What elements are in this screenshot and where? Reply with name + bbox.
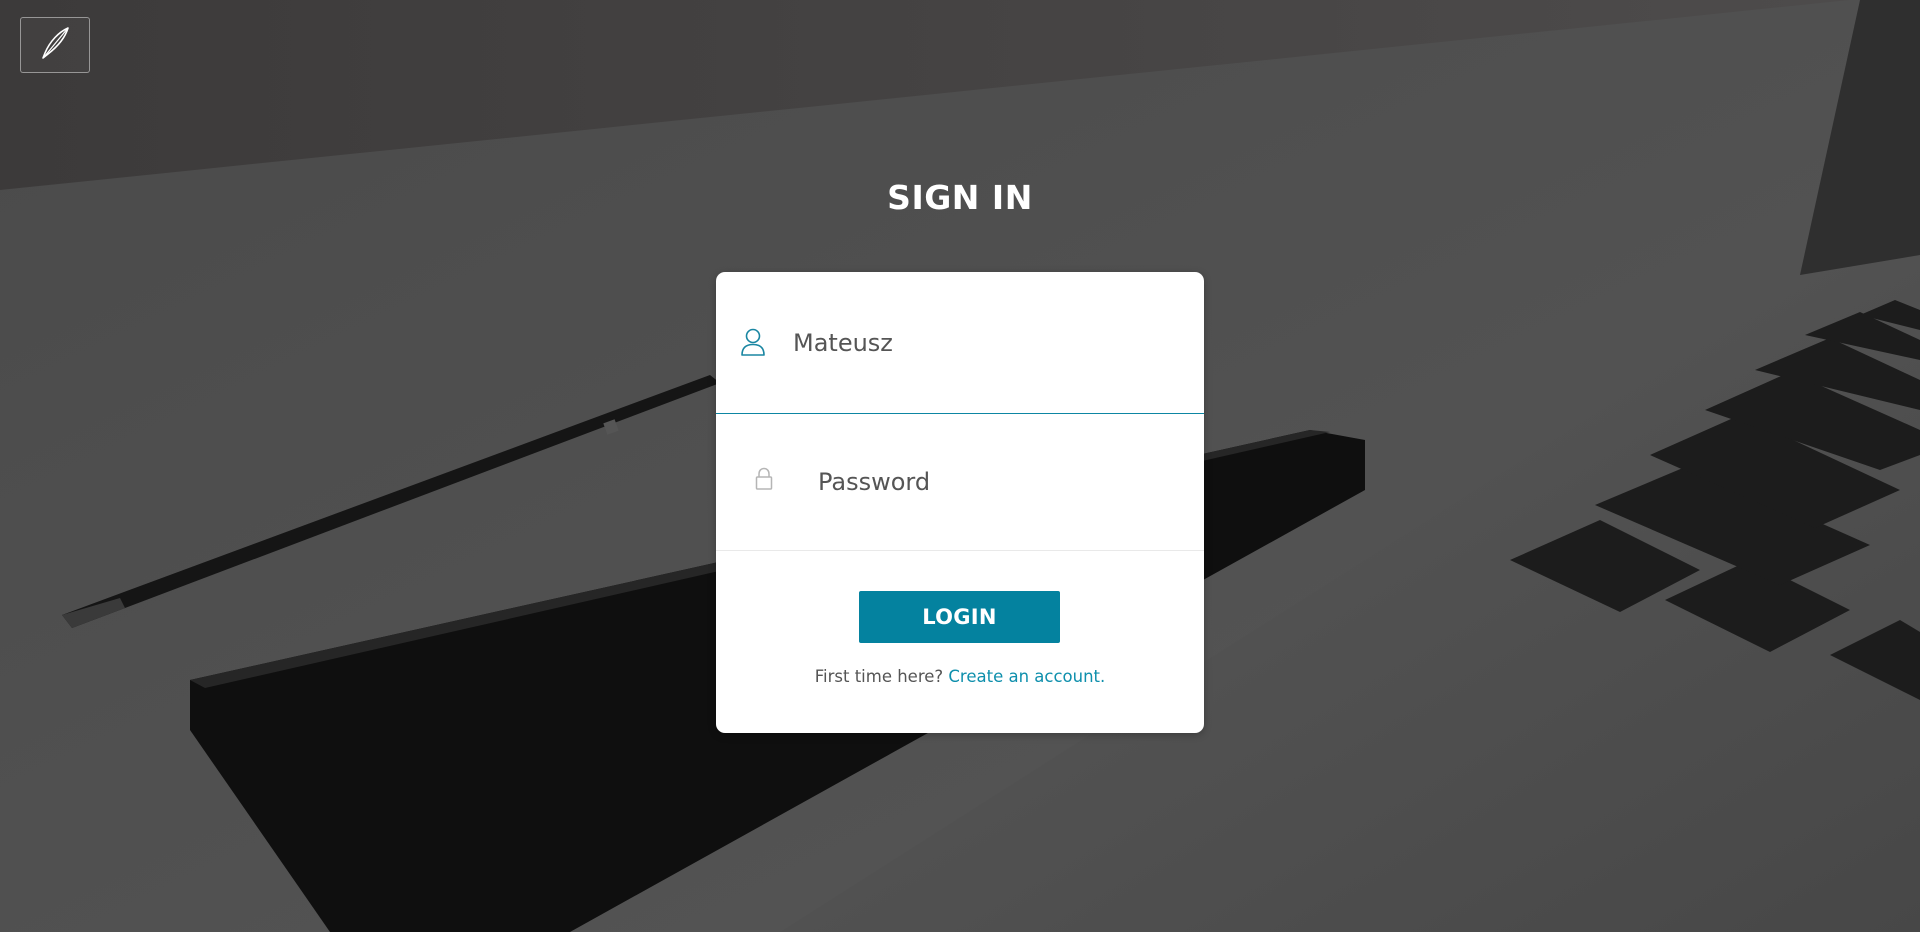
create-account-link[interactable]: Create an account. xyxy=(948,667,1105,686)
username-input[interactable] xyxy=(791,322,1185,364)
password-field xyxy=(716,414,1204,551)
login-button[interactable]: LOGIN xyxy=(859,591,1060,643)
login-page: SIGN IN LOGIN First time here? xyxy=(0,0,1920,932)
logo-button[interactable] xyxy=(20,17,90,73)
feather-pen-icon xyxy=(35,23,75,67)
password-input[interactable] xyxy=(816,461,1190,503)
page-title: SIGN IN xyxy=(887,178,1033,217)
username-field xyxy=(716,272,1204,414)
signup-prompt-text: First time here? xyxy=(814,667,944,686)
signup-prompt-line: First time here? Create an account. xyxy=(716,667,1204,686)
lock-icon xyxy=(754,466,774,492)
user-icon xyxy=(740,326,766,358)
login-card: LOGIN First time here? Create an account… xyxy=(716,272,1204,733)
